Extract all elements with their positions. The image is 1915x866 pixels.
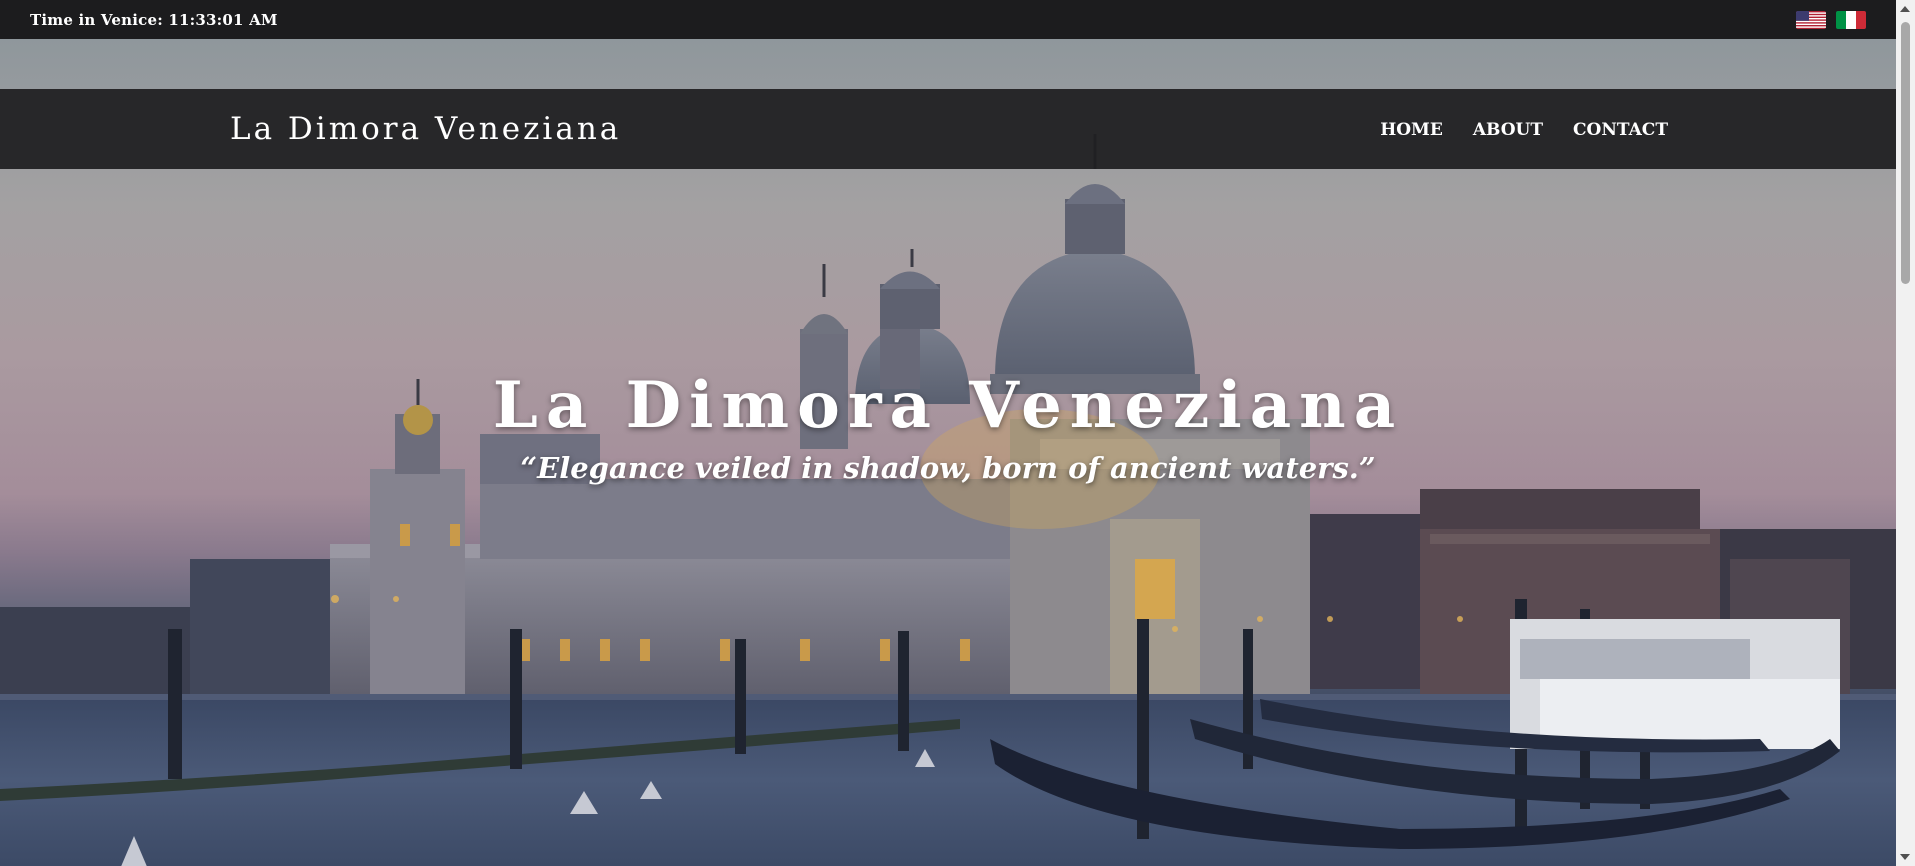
us-flag-icon[interactable] — [1796, 10, 1826, 29]
main-navbar: La Dimora Veneziana HOME ABOUT CONTACT — [0, 89, 1896, 169]
site-brand[interactable]: La Dimora Veneziana — [230, 111, 621, 147]
hero-title: La Dimora Veneziana — [492, 368, 1404, 443]
hero-tagline: “Elegance veiled in shadow, born of anci… — [520, 451, 1376, 485]
nav-menu: HOME ABOUT CONTACT — [1380, 120, 1668, 140]
nav-item-contact[interactable]: CONTACT — [1573, 120, 1668, 140]
top-bar: Time in Venice: 11:33:01 AM — [0, 0, 1896, 39]
italy-flag-icon[interactable] — [1836, 10, 1866, 29]
language-switcher — [1796, 10, 1866, 29]
hero-section: La Dimora Veneziana HOME ABOUT CONTACT L… — [0, 39, 1896, 866]
nav-item-about[interactable]: ABOUT — [1473, 120, 1543, 140]
scroll-thumb[interactable] — [1901, 22, 1910, 284]
scroll-down-icon[interactable] — [1900, 854, 1910, 860]
venice-clock: Time in Venice: 11:33:01 AM — [30, 10, 278, 29]
page-scrollbar[interactable] — [1896, 0, 1915, 866]
nav-item-home[interactable]: HOME — [1380, 120, 1443, 140]
scroll-up-icon[interactable] — [1900, 6, 1910, 12]
